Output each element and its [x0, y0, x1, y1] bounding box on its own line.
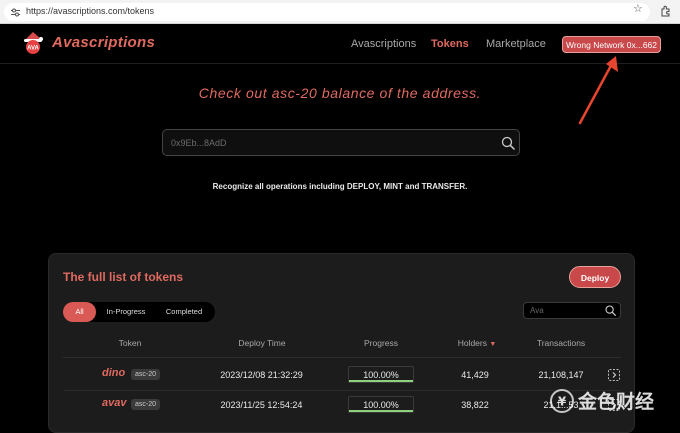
col-header-transactions: Transactions: [536, 338, 586, 348]
col-header-deploy-time: Deploy Time: [238, 338, 286, 348]
tab-all[interactable]: All: [63, 302, 96, 322]
expand-row-icon[interactable]: [608, 369, 620, 381]
url-text: https://avascriptions.com/tokens: [26, 6, 155, 16]
token-name[interactable]: dino: [102, 367, 125, 379]
transactions-count: 21,108,147: [538, 370, 584, 380]
site-settings-icon[interactable]: [11, 8, 20, 17]
nav-tokens[interactable]: Tokens: [431, 38, 469, 50]
progress-bar-fill: [349, 380, 413, 382]
token-standard-badge: asc-20: [131, 369, 161, 380]
extensions-icon[interactable]: [660, 5, 672, 17]
bookmark-star-icon[interactable]: ☆: [633, 2, 643, 15]
col-header-holders[interactable]: Holders ▼: [453, 338, 501, 348]
sort-desc-icon: ▼: [489, 341, 497, 348]
nav-avascriptions[interactable]: Avascriptions: [351, 38, 416, 50]
address-search-input[interactable]: 0x9Eb...8AdD: [162, 129, 520, 156]
page-headline: Check out asc-20 balance of the address.: [198, 85, 482, 101]
progress-bar-fill: [349, 410, 413, 412]
progress-text: 100.00%: [363, 400, 399, 410]
col-header-token: Token: [118, 338, 142, 348]
deploy-time: 2023/12/08 21:32:29: [220, 370, 303, 380]
nav-marketplace[interactable]: Marketplace: [486, 38, 546, 50]
svg-text:¥: ¥: [558, 395, 567, 409]
token-search-input[interactable]: Ava: [523, 302, 621, 319]
token-name[interactable]: avav: [102, 397, 126, 409]
tab-completed[interactable]: Completed: [156, 302, 212, 322]
panel-title: The full list of tokens: [63, 270, 184, 284]
tab-in-progress[interactable]: In-Progress: [98, 302, 154, 322]
avascriptions-logo-icon[interactable]: AVA: [22, 31, 44, 55]
token-list-panel: The full list of tokens Deploy All In-Pr…: [48, 253, 635, 433]
col-header-progress: Progress: [363, 338, 398, 348]
search-icon[interactable]: [501, 136, 515, 150]
svg-text:AVA: AVA: [27, 46, 39, 52]
token-standard-badge: asc-20: [131, 399, 161, 410]
search-icon[interactable]: [605, 305, 616, 316]
deploy-button[interactable]: Deploy: [569, 266, 621, 288]
holders-count: 41,429: [461, 370, 489, 380]
holders-count: 38,822: [461, 400, 489, 410]
address-search-placeholder: 0x9Eb...8AdD: [171, 138, 227, 148]
holders-label: Holders: [457, 338, 487, 348]
token-search-placeholder: Ava: [530, 306, 544, 315]
progress-cell: 100.00%: [348, 396, 414, 413]
filter-tabs: All In-Progress Completed: [63, 302, 215, 322]
recognize-note: Recognize all operations including DEPLO…: [212, 182, 468, 191]
browser-toolbar: https://avascriptions.com/tokens ☆: [0, 0, 680, 24]
progress-text: 100.00%: [363, 370, 399, 380]
address-bar[interactable]: https://avascriptions.com/tokens: [4, 3, 650, 21]
jinse-watermark-logo-icon: ¥ 金色财经: [550, 389, 654, 413]
progress-cell: 100.00%: [348, 366, 414, 383]
header-divider: [63, 357, 621, 358]
deploy-time: 2023/11/25 12:54:24: [220, 400, 303, 410]
wrong-network-button[interactable]: Wrong Network 0x...662: [562, 36, 661, 53]
brand-name[interactable]: Avascriptions: [52, 34, 155, 51]
watermark-text: 金色财经: [577, 390, 654, 413]
